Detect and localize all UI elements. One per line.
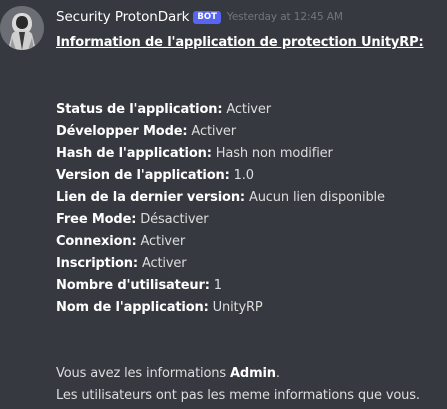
robed-figure-avatar-icon — [0, 6, 44, 50]
field-value: 1.0 — [229, 168, 254, 183]
field-free-mode: Free Mode: Désactiver — [56, 209, 385, 231]
field-inscription: Inscription: Activer — [56, 253, 385, 275]
field-value: Activer — [137, 256, 187, 271]
message-content: Information de l'application de protecti… — [56, 33, 444, 403]
field-key: Inscription: — [56, 256, 138, 271]
field-value: Activer — [136, 234, 186, 249]
field-key: Nom de l'application: — [56, 300, 209, 315]
field-value: Activer — [187, 124, 236, 139]
field-value: UnityRP — [208, 300, 263, 315]
message-title: Information de l'application de protecti… — [56, 35, 424, 50]
field-key: Free Mode: — [56, 212, 137, 227]
field-key: Développer Mode: — [56, 124, 188, 139]
field-key: Version de l'application: — [56, 168, 230, 183]
message-header: Security ProtonDark BOT Yesterday at 12:… — [56, 9, 343, 25]
field-developer-mode: Développer Mode: Activer — [56, 121, 385, 143]
field-value: Hash non modifier — [211, 146, 333, 161]
footer-suffix: . — [275, 366, 280, 381]
field-user-count: Nombre d'utilisateur: 1 — [56, 275, 385, 297]
field-connexion: Connexion: Activer — [56, 231, 385, 253]
field-latest-link: Lien de la dernier version: Aucun lien d… — [56, 187, 385, 209]
field-key: Hash de l'application: — [56, 146, 212, 161]
field-key: Connexion: — [56, 234, 137, 249]
field-status: Status de l'application: Activer — [56, 99, 385, 121]
footer-line-users: Les utilisateurs ont pas les meme inform… — [56, 388, 420, 403]
footer-admin-bold: Admin — [230, 366, 276, 381]
footer-line-admin: Vous avez les informations Admin. — [56, 363, 420, 385]
chat-message: Security ProtonDark BOT Yesterday at 12:… — [0, 0, 447, 409]
field-value: Désactiver — [136, 212, 209, 227]
field-value: 1 — [209, 278, 222, 293]
avatar[interactable] — [0, 6, 44, 50]
bot-badge: BOT — [193, 10, 221, 24]
message-footer: Vous avez les informations Admin. Les ut… — [56, 363, 420, 407]
field-hash: Hash de l'application: Hash non modifier — [56, 143, 385, 165]
field-value: Activer — [222, 102, 271, 117]
field-value: Aucun lien disponible — [244, 190, 385, 205]
username[interactable]: Security ProtonDark — [56, 9, 189, 25]
field-key: Status de l'application: — [56, 102, 223, 117]
field-key: Lien de la dernier version: — [56, 190, 245, 205]
field-key: Nombre d'utilisateur: — [56, 278, 210, 293]
message-timestamp[interactable]: Yesterday at 12:45 AM — [227, 11, 343, 23]
footer-prefix: Vous avez les informations — [56, 366, 230, 381]
field-version: Version de l'application: 1.0 — [56, 165, 385, 187]
info-fields: Status de l'application: Activer Dévelop… — [56, 99, 385, 319]
field-app-name: Nom de l'application: UnityRP — [56, 297, 385, 319]
